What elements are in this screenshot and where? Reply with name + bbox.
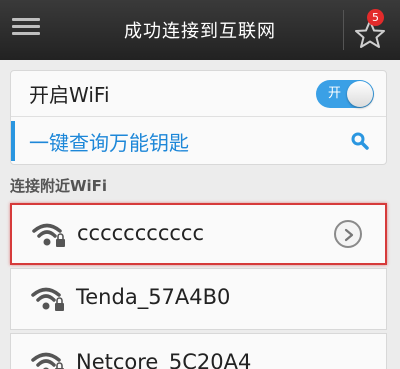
wifi-toggle-switch[interactable]: 开 xyxy=(316,80,374,108)
wifi-locked-icon xyxy=(31,287,64,311)
network-item[interactable]: Tenda_57A4B0 xyxy=(10,268,387,330)
app-header: 成功连接到互联网 5 xyxy=(0,0,400,60)
page-title: 成功连接到互联网 xyxy=(124,21,276,42)
toggle-knob xyxy=(347,81,373,107)
network-ssid: Tenda_57A4B0 xyxy=(76,285,231,309)
wifi-locked-icon xyxy=(32,223,65,247)
menu-icon[interactable] xyxy=(12,14,40,42)
header-divider xyxy=(343,10,344,50)
search-icon[interactable] xyxy=(351,132,369,150)
chevron-right-icon xyxy=(344,228,354,242)
wifi-toggle-label: 开启WiFi xyxy=(29,83,110,107)
accent-bar xyxy=(11,121,15,161)
network-ssid: ccccccccccc xyxy=(77,221,205,245)
settings-card: 开启WiFi 开 一键查询万能钥匙 xyxy=(10,70,387,165)
one-key-query-label: 一键查询万能钥匙 xyxy=(29,130,189,155)
wifi-toggle-row: 开启WiFi 开 xyxy=(11,71,386,117)
network-ssid: Netcore_5C20A4 xyxy=(76,350,252,369)
section-title: 连接附近WiFi xyxy=(10,177,108,195)
wifi-locked-icon xyxy=(31,352,64,369)
network-item[interactable]: Netcore_5C20A4 xyxy=(10,333,387,369)
one-key-query-row[interactable]: 一键查询万能钥匙 xyxy=(11,117,386,165)
favorites-button[interactable]: 5 xyxy=(350,9,390,51)
toggle-state-text: 开 xyxy=(328,86,342,101)
network-item[interactable]: ccccccccccc xyxy=(10,203,387,265)
network-details-button[interactable] xyxy=(334,220,362,248)
notification-badge: 5 xyxy=(367,9,384,26)
